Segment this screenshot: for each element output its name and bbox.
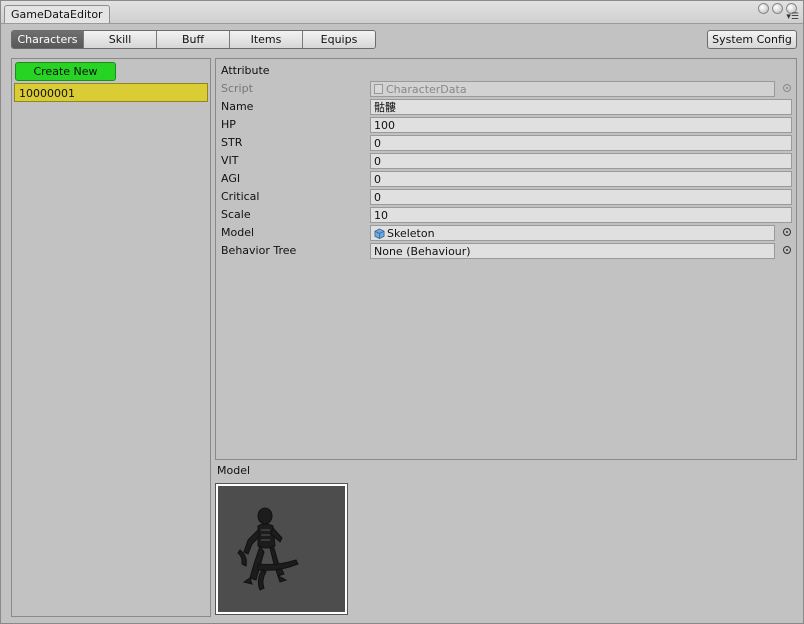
tab-skill[interactable]: Skill	[83, 31, 156, 48]
list-item[interactable]: 10000001	[14, 83, 208, 102]
hp-label: HP	[221, 118, 236, 131]
zoom-icon[interactable]	[772, 3, 783, 14]
script-row: Script CharacterData	[221, 81, 791, 97]
skeleton-model-image	[237, 507, 299, 591]
model-value: Skeleton	[387, 227, 435, 240]
agi-field[interactable]: 0	[370, 171, 792, 187]
object-picker-icon	[783, 84, 791, 92]
object-picker-icon[interactable]	[783, 246, 791, 254]
name-label: Name	[221, 100, 254, 113]
attribute-title: Attribute	[221, 64, 270, 77]
title-bar: GameDataEditor ▾☰	[1, 1, 803, 24]
tab-characters[interactable]: Characters	[12, 31, 83, 48]
model-field[interactable]: Skeleton	[370, 225, 775, 241]
name-row: Name 骷髏	[221, 99, 792, 115]
character-list-panel: Create New 10000001	[11, 58, 211, 617]
scale-label: Scale	[221, 208, 251, 221]
name-field[interactable]: 骷髏	[370, 99, 792, 115]
vit-label: VIT	[221, 154, 239, 167]
object-picker-icon[interactable]	[783, 228, 791, 236]
critical-label: Critical	[221, 190, 260, 203]
hp-field[interactable]: 100	[370, 117, 792, 133]
model-row: Model Skeleton	[221, 225, 791, 241]
window-tab[interactable]: GameDataEditor	[4, 5, 110, 23]
mesh-icon	[374, 228, 385, 239]
model-preview[interactable]	[215, 483, 348, 615]
script-file-icon	[374, 84, 383, 94]
str-label: STR	[221, 136, 243, 149]
str-field[interactable]: 0	[370, 135, 792, 151]
model-preview-label: Model	[217, 464, 251, 477]
scale-field[interactable]: 10	[370, 207, 792, 223]
str-row: STR 0	[221, 135, 792, 151]
tab-equips[interactable]: Equips	[302, 31, 375, 48]
system-config-button[interactable]: System Config	[707, 30, 797, 49]
agi-label: AGI	[221, 172, 241, 185]
script-field: CharacterData	[370, 81, 775, 97]
behavior-tree-field[interactable]: None (Behaviour)	[370, 243, 775, 259]
tab-items[interactable]: Items	[229, 31, 302, 48]
script-value: CharacterData	[386, 83, 467, 96]
hp-row: HP 100	[221, 117, 792, 133]
critical-field[interactable]: 0	[370, 189, 792, 205]
behavior-tree-label: Behavior Tree	[221, 244, 297, 257]
category-tabs: Characters Skill Buff Items Equips	[11, 30, 376, 49]
editor-window: GameDataEditor ▾☰ Characters Skill Buff …	[0, 0, 804, 624]
model-viewport[interactable]	[218, 486, 345, 612]
behavior-tree-row: Behavior Tree None (Behaviour)	[221, 243, 791, 259]
minimize-icon[interactable]	[758, 3, 769, 14]
script-label: Script	[221, 82, 253, 95]
vit-row: VIT 0	[221, 153, 792, 169]
model-label: Model	[221, 226, 255, 239]
agi-row: AGI 0	[221, 171, 792, 187]
tab-buff[interactable]: Buff	[156, 31, 229, 48]
attribute-panel: Attribute Script CharacterData Name 骷髏 H…	[215, 58, 797, 460]
scale-row: Scale 10	[221, 207, 792, 223]
create-new-button[interactable]: Create New	[15, 62, 116, 81]
vit-field[interactable]: 0	[370, 153, 792, 169]
critical-row: Critical 0	[221, 189, 792, 205]
panel-menu-icon[interactable]: ▾☰	[786, 13, 799, 22]
